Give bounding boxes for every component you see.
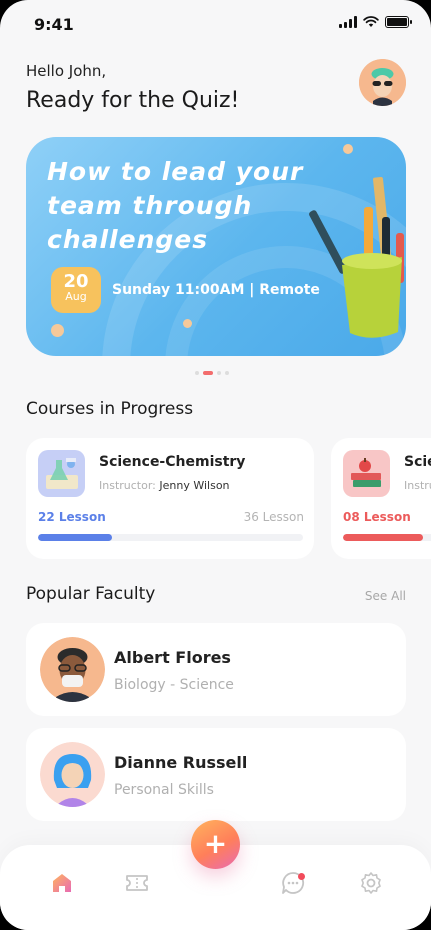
user-avatar[interactable] (359, 59, 406, 106)
course-instructor: Instructor: Jenny Wilson (99, 479, 230, 492)
pager-dot-active[interactable] (203, 371, 213, 375)
books-apple-icon (343, 450, 390, 497)
course-instructor: Instructor: (404, 479, 431, 492)
user-avatar-icon (359, 59, 406, 106)
see-all-link[interactable]: See All (365, 589, 406, 603)
course-card[interactable]: Science Instructor: 08 Lesson (331, 438, 431, 559)
faculty-avatar-icon (40, 742, 105, 807)
faculty-card[interactable]: Albert Flores Biology - Science (26, 623, 406, 716)
event-schedule: Sunday 11:00AM | Remote (112, 282, 320, 298)
ticket-icon[interactable] (124, 870, 150, 896)
course-name: Science (404, 454, 431, 470)
add-button[interactable]: + (191, 820, 240, 869)
settings-icon[interactable] (358, 870, 384, 896)
wifi-icon (363, 16, 379, 27)
instructor-label: Instructor: (99, 479, 156, 492)
faculty-role: Personal Skills (114, 782, 214, 798)
status-time: 9:41 (34, 15, 74, 34)
event-date-day: 20 (63, 271, 89, 292)
status-icons (339, 16, 412, 28)
event-banner[interactable]: How to lead your team through challenges… (26, 137, 406, 356)
decor-dot (183, 319, 192, 328)
faculty-name: Albert Flores (114, 648, 231, 667)
phone-screen: 9:41 Hello John, Ready for the Quiz! How… (0, 0, 431, 930)
courses-section-title: Courses in Progress (26, 399, 194, 419)
lessons-completed: 22 Lesson (38, 510, 106, 524)
faculty-role: Biology - Science (114, 677, 234, 693)
signal-icon (339, 16, 357, 28)
faculty-avatar (40, 637, 105, 702)
battery-icon (385, 16, 412, 28)
notification-dot (298, 873, 305, 880)
chemistry-flask-icon (38, 450, 85, 497)
decor-dot (51, 324, 64, 337)
course-progress-fill (343, 534, 423, 541)
pager-dot[interactable] (195, 371, 199, 375)
lessons-total: 36 Lesson (243, 510, 304, 524)
event-date-badge: 20 Aug (51, 267, 101, 313)
event-date-month: Aug (65, 290, 87, 303)
pager-dot[interactable] (225, 371, 229, 375)
faculty-avatar-icon (40, 637, 105, 702)
home-icon[interactable] (49, 870, 75, 896)
banner-title: How to lead your team through challenges (47, 157, 304, 254)
faculty-avatar (40, 742, 105, 807)
course-progress-bar (343, 534, 431, 541)
faculty-section-title: Popular Faculty (26, 584, 156, 604)
instructor-label: Instructor: (404, 479, 431, 492)
page-title: Ready for the Quiz! (26, 88, 240, 113)
course-name: Science-Chemistry (99, 454, 246, 470)
course-progress-bar (38, 534, 303, 541)
course-card[interactable]: Science-Chemistry Instructor: Jenny Wils… (26, 438, 314, 559)
instructor-name: Jenny Wilson (159, 479, 230, 492)
faculty-card[interactable]: Dianne Russell Personal Skills (26, 728, 406, 821)
course-progress-fill (38, 534, 113, 541)
lessons-completed: 08 Lesson (343, 510, 411, 524)
faculty-name: Dianne Russell (114, 753, 248, 772)
banner-pagination[interactable] (195, 371, 229, 375)
greeting-text: Hello John, (26, 62, 107, 80)
pager-dot[interactable] (217, 371, 221, 375)
decor-dot (343, 144, 353, 154)
